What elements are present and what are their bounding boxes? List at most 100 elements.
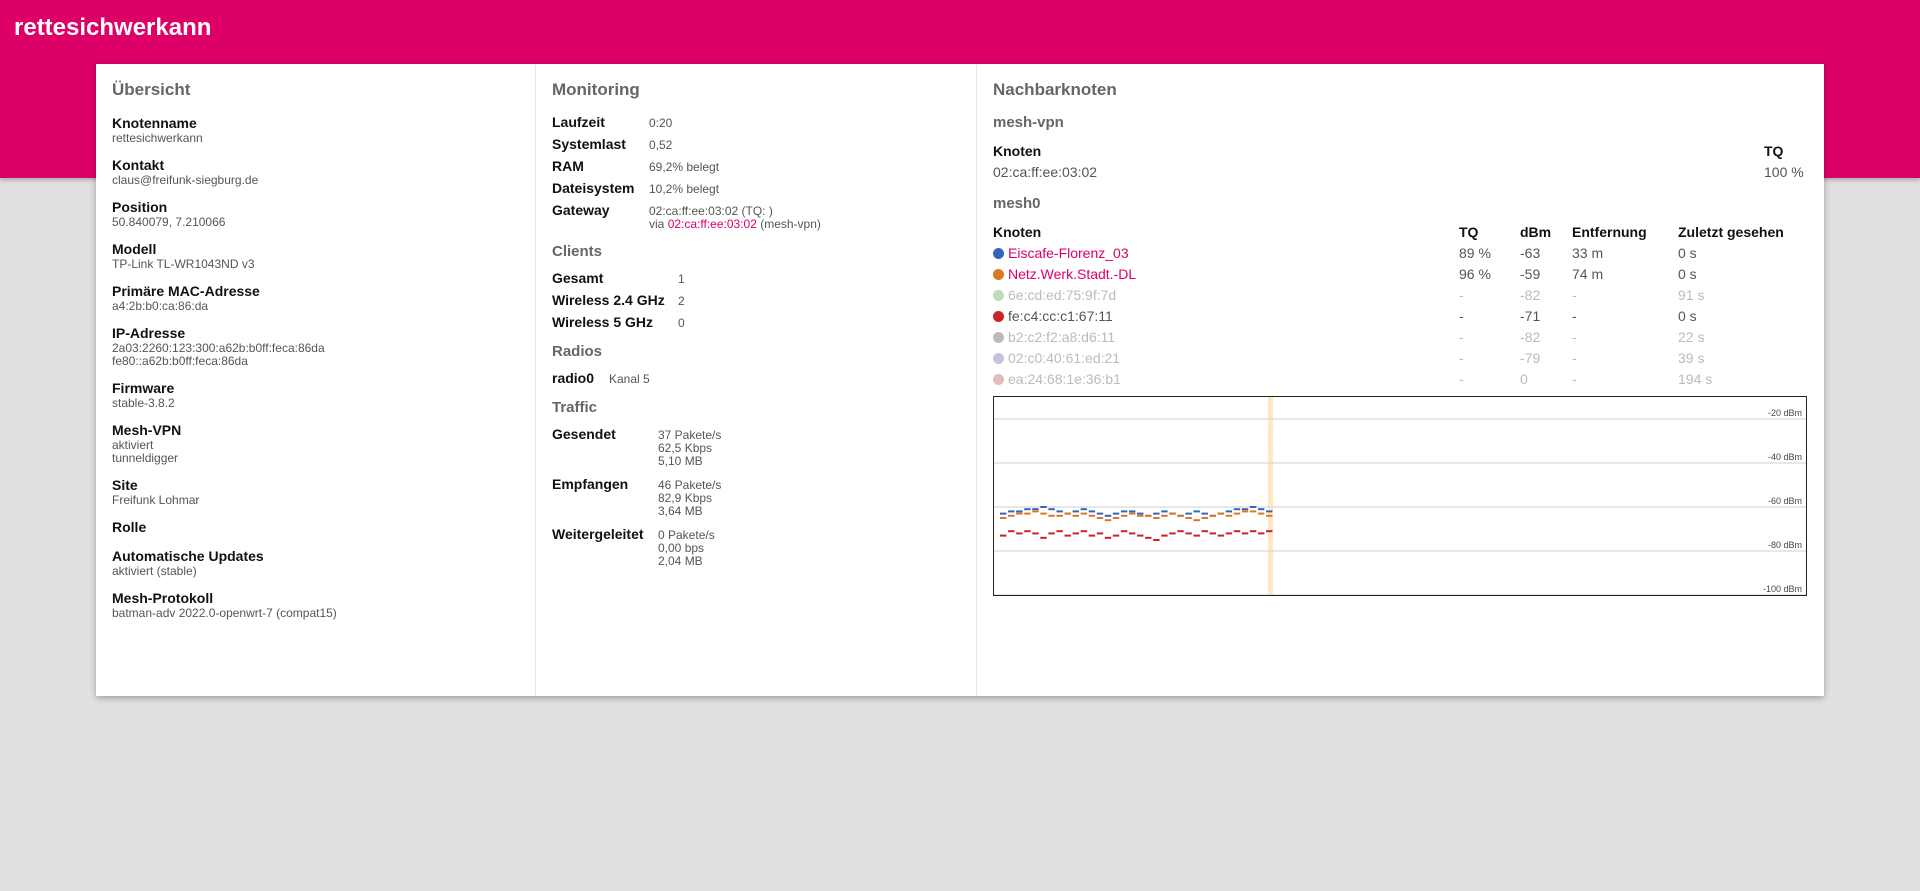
traffic-row: Weitergeleitet 0 Pakete/s 0,00 bps 2,04 MB bbox=[552, 526, 960, 568]
field-label: Rolle bbox=[112, 519, 147, 535]
monitoring-row: Laufzeit 0:20 bbox=[552, 114, 960, 131]
neighbor-cell: Eiscafe-Florenz_03 bbox=[993, 243, 1459, 264]
traffic-label: Gesendet bbox=[552, 426, 616, 442]
neighbor-dbm: -79 bbox=[1520, 350, 1541, 366]
clients-rows: Gesamt 1 Wireless 2.4 GHz 2 Wireless 5 GHz… bbox=[552, 270, 960, 331]
neighbor-link[interactable]: Eiscafe-Florenz_03 bbox=[1008, 245, 1129, 261]
field-value: a4:2b:b0:ca:86:da bbox=[112, 299, 209, 313]
color-dot-icon bbox=[993, 374, 1004, 385]
neighbor-cell: ea:24:68:1e:36:b1 bbox=[993, 369, 1459, 390]
position-link[interactable]: 50.840079, 7.210066 bbox=[112, 216, 519, 229]
node-card: Übersicht Knotenname rettesichwerkann Kont… bbox=[96, 64, 1824, 696]
traffic-row: Empfangen 46 Pakete/s 82,9 Kbps 3,64 MB bbox=[552, 476, 960, 518]
overview-field: Primäre MAC-Adresse a4:2b:b0:ca:86:da bbox=[112, 282, 519, 313]
clients-label: Wireless 2.4 GHz bbox=[552, 292, 665, 308]
gateway-via: via bbox=[649, 217, 665, 231]
overview-heading: Übersicht bbox=[112, 80, 191, 99]
overview-field: IP-Adresse 2a03:2260:123:300:a62b:b0ff:fe… bbox=[112, 324, 519, 368]
field-label: Position bbox=[112, 199, 168, 215]
field-value: TP-Link TL-WR1043ND v3 bbox=[112, 257, 255, 271]
neighbor-cell: b2:c2:f2:a8:d6:11 bbox=[993, 327, 1459, 348]
monitoring-label: RAM bbox=[552, 158, 584, 174]
neighbor-name: ea:24:68:1e:36:b1 bbox=[1008, 371, 1121, 387]
field-label: Kontakt bbox=[112, 157, 165, 173]
traffic-value: 46 Pakete/s 82,9 Kbps 3,64 MB bbox=[658, 476, 721, 518]
neighbor-cell: fe:c4:cc:c1:67:11 bbox=[993, 306, 1459, 327]
neighbor-distance: - bbox=[1572, 329, 1577, 345]
traffic-value: 37 Pakete/s 62,5 Kbps 5,10 MB bbox=[658, 426, 721, 468]
field-value: Freifunk Lohmar bbox=[112, 493, 200, 507]
color-dot-icon bbox=[993, 311, 1004, 322]
color-dot-icon bbox=[993, 248, 1004, 259]
color-dot-icon bbox=[993, 332, 1004, 343]
neighbor-cell: 02:c0:40:61:ed:21 bbox=[993, 348, 1459, 369]
clients-value: 2 bbox=[678, 294, 685, 308]
gateway-link[interactable]: 02:ca:ff:ee:03:02 bbox=[668, 217, 757, 231]
neighbor-cell: 6e:cd:ed:75:9f:7d bbox=[993, 285, 1459, 306]
neighbor-cell: Netz.Werk.Stadt.-DL bbox=[993, 264, 1459, 285]
neighbor-dbm: -71 bbox=[1520, 308, 1541, 324]
traffic-rows: Gesendet 37 Pakete/s 62,5 Kbps 5,10 MB Empf… bbox=[552, 426, 960, 568]
page-title: rettesichwerkann bbox=[14, 14, 212, 41]
neighbor-dbm: -82 bbox=[1520, 287, 1541, 303]
vpn-node: 02:ca:ff:ee:03:02 bbox=[993, 164, 1098, 180]
clients-label: Gesamt bbox=[552, 270, 604, 286]
neighbor-last-seen: 194 s bbox=[1678, 371, 1713, 387]
monitoring-label: Dateisystem bbox=[552, 180, 635, 196]
overview-column: Übersicht Knotenname rettesichwerkann Kont… bbox=[96, 64, 536, 696]
table-row: ea:24:68:1e:36:b1 - 0 - 194 s bbox=[993, 369, 1808, 390]
y-tick-label: -60 dBm bbox=[1768, 496, 1802, 506]
table-row: b2:c2:f2:a8:d6:11 - -82 - 22 s bbox=[993, 327, 1808, 348]
overview-field: Kontakt claus@freifunk-siegburg.de bbox=[112, 156, 519, 187]
overview-field: Mesh-VPN aktiviert tunneldigger bbox=[112, 421, 519, 465]
overview-field: Rolle bbox=[112, 518, 519, 536]
field-value: claus@freifunk-siegburg.de bbox=[112, 173, 259, 187]
clients-row: Wireless 2.4 GHz 2 bbox=[552, 292, 960, 309]
overview-field: Knotenname rettesichwerkann bbox=[112, 114, 519, 145]
monitoring-rows: Laufzeit 0:20 Systemlast 0,52 RAM 69,2% bel… bbox=[552, 114, 960, 231]
neighbor-dbm: -59 bbox=[1520, 266, 1541, 282]
neighbor-distance: - bbox=[1572, 287, 1577, 303]
overview-field: Firmware stable-3.8.2 bbox=[112, 379, 519, 410]
mesh0-heading: mesh0 bbox=[993, 195, 1041, 212]
neighbor-distance: 33 m bbox=[1572, 245, 1604, 261]
neighbor-tq: - bbox=[1459, 329, 1464, 345]
field-label: IP-Adresse bbox=[112, 325, 186, 341]
field-value: batman-adv 2022.0-openwrt-7 (compat15) bbox=[112, 606, 337, 620]
overview-field: Automatische Updates aktiviert (stable) bbox=[112, 547, 519, 578]
neighbor-tq: 96 % bbox=[1459, 266, 1491, 282]
mesh-vpn-heading: mesh-vpn bbox=[993, 114, 1064, 131]
gateway-row: Gateway 02:ca:ff:ee:03:02 (TQ: ) via 02:… bbox=[552, 202, 960, 231]
table-row: Eiscafe-Florenz_03 89 % -63 33 m 0 s bbox=[993, 243, 1808, 264]
table-row: 6e:cd:ed:75:9f:7d - -82 - 91 s bbox=[993, 285, 1808, 306]
clients-value: 1 bbox=[678, 272, 685, 286]
table-header-row: Knoten TQ bbox=[993, 141, 1808, 162]
neighbors-column: Nachbarknoten mesh-vpn Knoten TQ 02:ca:f… bbox=[977, 64, 1824, 696]
monitoring-value: 69,2% belegt bbox=[649, 160, 720, 174]
field-label: Automatische Updates bbox=[112, 548, 264, 564]
table-row: fe:c4:cc:c1:67:11 - -71 - 0 s bbox=[993, 306, 1808, 327]
traffic-label: Empfangen bbox=[552, 476, 629, 492]
y-tick-label: -80 dBm bbox=[1768, 540, 1802, 550]
field-value: aktiviert (stable) bbox=[112, 564, 197, 578]
time-cursor bbox=[1268, 397, 1273, 595]
neighbor-tq: - bbox=[1459, 371, 1464, 387]
neighbor-tq: - bbox=[1459, 350, 1464, 366]
field-label: Primäre MAC-Adresse bbox=[112, 283, 260, 299]
traffic-label: Weitergeleitet bbox=[552, 526, 644, 542]
column-header: TQ bbox=[1459, 224, 1479, 240]
clients-heading: Clients bbox=[552, 243, 603, 260]
neighbor-last-seen: 91 s bbox=[1678, 287, 1705, 303]
neighbor-last-seen: 0 s bbox=[1678, 245, 1697, 261]
gateway-value: 02:ca:ff:ee:03:02 (TQ: ) via 02:ca:ff:ee… bbox=[649, 202, 821, 231]
clients-label: Wireless 5 GHz bbox=[552, 314, 654, 330]
overview-fields: Knotenname rettesichwerkann Kontakt claus@f… bbox=[112, 114, 519, 620]
monitoring-label: Systemlast bbox=[552, 136, 626, 152]
neighbor-last-seen: 39 s bbox=[1678, 350, 1705, 366]
table-row: Netz.Werk.Stadt.-DL 96 % -59 74 m 0 s bbox=[993, 264, 1808, 285]
traffic-total: 2,04 MB bbox=[658, 554, 703, 568]
neighbor-tq: - bbox=[1459, 287, 1464, 303]
monitoring-heading: Monitoring bbox=[552, 80, 640, 99]
neighbor-link[interactable]: Netz.Werk.Stadt.-DL bbox=[1008, 266, 1136, 282]
monitoring-label: Laufzeit bbox=[552, 114, 605, 130]
